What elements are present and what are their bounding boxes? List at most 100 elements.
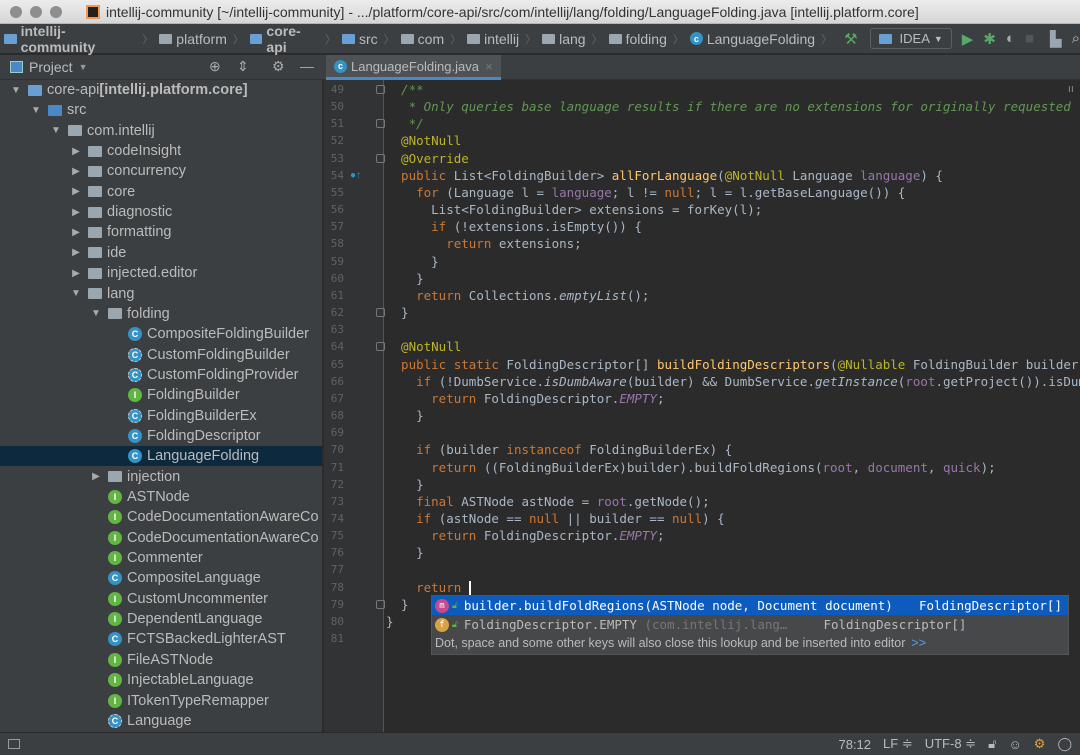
tree-item-label: CompositeFoldingBuilder <box>147 326 309 343</box>
tree-item-label: CustomUncommenter <box>127 590 269 607</box>
fold-marker-icon[interactable] <box>376 308 385 318</box>
gear-icon[interactable]: ⚙ <box>272 58 285 75</box>
expanded-arrow-icon[interactable]: ▼ <box>50 125 62 136</box>
collapse-all-icon[interactable]: ⇕ <box>237 58 249 75</box>
fold-marker-icon[interactable] <box>376 599 385 609</box>
line-separator-select[interactable]: LF ≑ <box>883 736 913 752</box>
close-tab-icon[interactable]: × <box>485 59 493 74</box>
collapsed-arrow-icon[interactable]: ▶ <box>70 247 82 258</box>
collapsed-arrow-icon[interactable]: ▶ <box>70 227 82 238</box>
tree-item[interactable]: C FoldingDescriptor <box>0 426 322 446</box>
tree-item[interactable]: C FoldingBuilderEx <box>0 406 322 426</box>
lock-icon[interactable]: 🔓︎ <box>988 736 996 752</box>
fold-marker-icon[interactable] <box>376 342 385 352</box>
tree-item[interactable]: C CustomFoldingProvider <box>0 365 322 385</box>
debug-bug-icon[interactable]: ✱ <box>983 30 996 48</box>
inspector-icon[interactable]: ☺ <box>1009 737 1022 752</box>
run-configuration-select[interactable]: IDEA ▼ <box>869 28 952 49</box>
close-window-button[interactable] <box>10 5 22 18</box>
tree-item[interactable]: I CustomUncommenter <box>0 589 322 609</box>
tree-item[interactable]: ▶ formatting <box>0 222 322 242</box>
tree-item[interactable]: I ITokenTypeRemapper <box>0 691 322 711</box>
breadcrumb-src[interactable]: src <box>338 31 382 47</box>
tree-item-label: CustomFoldingBuilder <box>147 346 290 363</box>
search-icon[interactable]: ⌕ <box>1072 30 1080 47</box>
event-log-icon[interactable]: ⚙ <box>1034 736 1046 752</box>
tree-item[interactable]: C CompositeLanguage <box>0 568 322 588</box>
expanded-arrow-icon[interactable]: ▼ <box>70 288 82 299</box>
collapsed-arrow-icon[interactable]: ▶ <box>70 268 82 279</box>
breadcrumb-languagefolding[interactable]: c LanguageFolding <box>686 31 819 47</box>
breadcrumb-platform[interactable]: platform <box>155 31 231 47</box>
run-icon[interactable]: ▶ <box>962 30 974 48</box>
fold-marker-icon[interactable] <box>376 119 385 129</box>
expanded-arrow-icon[interactable]: ▼ <box>30 105 42 116</box>
code-line: final ASTNode astNode = root.getNode(); <box>386 493 710 510</box>
tree-item[interactable]: C CustomFoldingBuilder <box>0 345 322 365</box>
tree-item[interactable]: I CodeDocumentationAwareCo <box>0 528 322 548</box>
tree-item[interactable]: ▶ concurrency <box>0 161 322 181</box>
breadcrumb-label: intellij-community <box>20 22 96 55</box>
project-structure-icon[interactable]: ▙ <box>1050 30 1062 48</box>
tree-item[interactable]: I CodeDocumentationAwareCo <box>0 507 322 527</box>
encoding-select[interactable]: UTF-8 ≑ <box>925 736 976 752</box>
completion-item-buildfoldregions[interactable]: m 🔓︎ builder.buildFoldRegions(ASTNode node… <box>432 596 1068 615</box>
locate-target-icon[interactable]: ⊕ <box>209 58 221 75</box>
tool-windows-toggle-icon[interactable] <box>8 739 20 749</box>
hide-panel-icon[interactable]: — <box>300 58 314 74</box>
code-token: ) { <box>920 167 943 183</box>
code-token: FoldingDescriptor[] <box>506 356 657 372</box>
expanded-arrow-icon[interactable]: ▼ <box>10 85 22 96</box>
coverage-icon[interactable]: ◐ <box>1006 30 1015 47</box>
fold-marker-icon[interactable] <box>376 85 385 94</box>
collapsed-arrow-icon[interactable]: ▶ <box>70 146 82 157</box>
tree-item[interactable]: ▼ src <box>0 100 322 120</box>
tree-item[interactable]: ▶ core <box>0 182 322 202</box>
minimize-window-button[interactable] <box>30 5 42 18</box>
completion-item-empty[interactable]: f 🔓︎ FoldingDescriptor.EMPTY (com.intellij… <box>432 615 1068 634</box>
code-token: ); <box>980 459 996 475</box>
breadcrumb-core-api[interactable]: core-api <box>246 23 323 55</box>
expanded-arrow-icon[interactable]: ▼ <box>90 308 102 319</box>
tree-item[interactable]: ▶ ide <box>0 243 322 263</box>
tree-item[interactable]: ▶ injected.editor <box>0 263 322 283</box>
tree-item[interactable]: ▼ folding <box>0 304 322 324</box>
breadcrumb-com[interactable]: com <box>397 31 448 47</box>
tree-item[interactable]: I FileASTNode <box>0 650 322 670</box>
tree-item[interactable]: C CompositeFoldingBuilder <box>0 324 322 344</box>
collapsed-arrow-icon[interactable]: ▶ <box>70 207 82 218</box>
tree-item[interactable]: ▼ com.intellij <box>0 121 322 141</box>
tree-item[interactable]: ▼ lang <box>0 284 322 304</box>
collapsed-arrow-icon[interactable]: ▶ <box>70 166 82 177</box>
zoom-window-button[interactable] <box>50 5 62 18</box>
fold-marker-icon[interactable] <box>376 153 385 163</box>
breadcrumb-intellij-community[interactable]: intellij-community <box>0 23 140 55</box>
tree-item[interactable]: C Language <box>0 711 322 731</box>
tree-item[interactable]: ▶ codeInsight <box>0 141 322 161</box>
breadcrumb-lang[interactable]: lang <box>538 31 589 47</box>
tree-item[interactable]: I DependentLanguage <box>0 609 322 629</box>
tab-languagefolding-java[interactable]: c LanguageFolding.java × <box>326 55 501 80</box>
tree-item[interactable]: I ASTNode <box>0 487 322 507</box>
breadcrumb-intellij[interactable]: intellij <box>463 31 523 47</box>
tree-item[interactable]: ▼ core-api [intellij.platform.core] <box>0 80 322 100</box>
tree-item[interactable]: I InjectableLanguage <box>0 670 322 690</box>
project-view-selector[interactable]: Project ▼ <box>10 59 88 75</box>
build-hammer-icon[interactable]: ⚒ <box>844 30 857 48</box>
breadcrumb-folding[interactable]: folding <box>605 31 671 47</box>
collapsed-arrow-icon[interactable]: ▶ <box>90 471 102 482</box>
hint-more-link[interactable]: >> <box>911 636 926 650</box>
memory-indicator-icon[interactable]: ◯ <box>1057 736 1072 752</box>
tree-item[interactable]: I Commenter <box>0 548 322 568</box>
tree-item-label: injection <box>127 468 181 485</box>
package-icon <box>88 226 102 238</box>
caret-position[interactable]: 78:12 <box>838 737 871 752</box>
tree-item[interactable]: C LanguageFolding <box>0 446 322 467</box>
tree-item[interactable]: ▶ diagnostic <box>0 202 322 222</box>
tree-item[interactable]: ▶ injection <box>0 467 322 487</box>
override-marker-icon[interactable]: ●↑ <box>350 170 361 181</box>
stop-icon[interactable]: ■ <box>1025 30 1034 47</box>
tree-item[interactable]: C FCTSBackedLighterAST <box>0 629 322 649</box>
tree-item[interactable]: I FoldingBuilder <box>0 385 322 405</box>
collapsed-arrow-icon[interactable]: ▶ <box>70 186 82 197</box>
